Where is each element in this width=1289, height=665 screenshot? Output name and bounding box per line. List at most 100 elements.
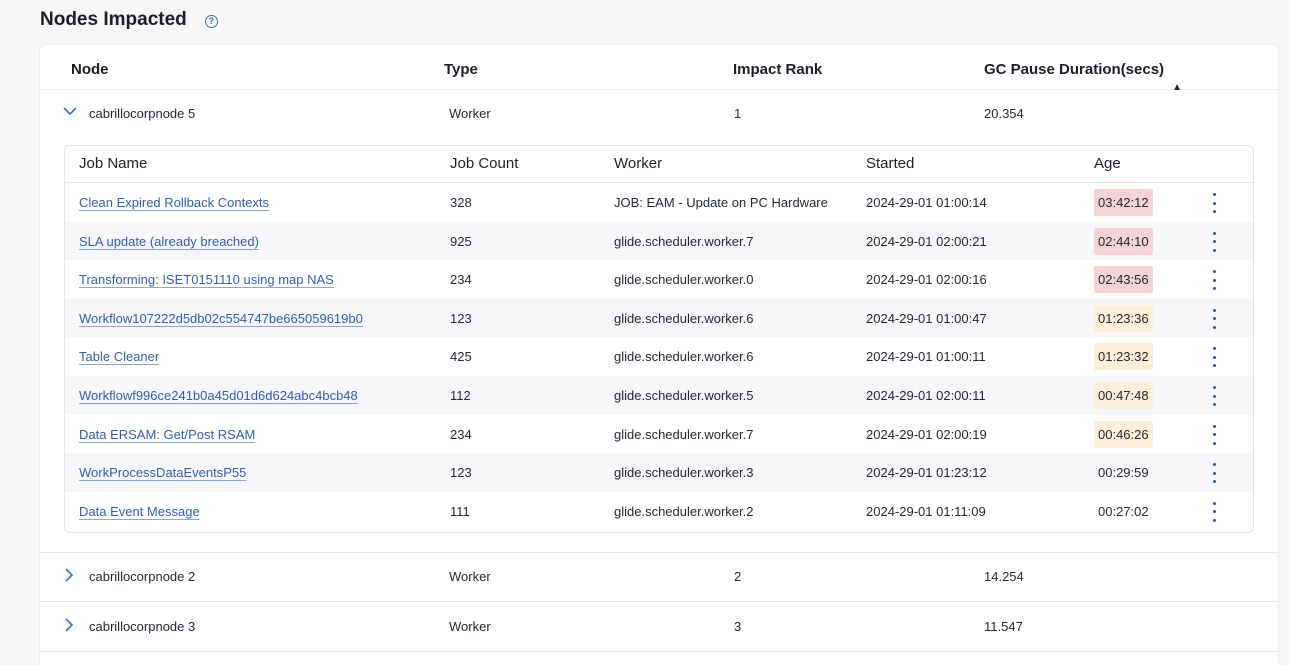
age-badge: 00:46:26 [1094,420,1153,448]
job-count: 425 [450,349,472,365]
job-count: 112 [450,388,471,403]
column-header-age[interactable]: Age [1094,155,1121,172]
divider [40,651,1278,652]
node-type: Worker [449,569,491,584]
age-badge: 00:29:59 [1098,465,1149,481]
kebab-dot [1212,193,1216,196]
kebab-dot [1212,394,1216,398]
job-row: Workflow107222d5db02c554747be665059619b0… [65,298,1253,338]
job-worker: glide.scheduler.worker.0 [614,272,754,288]
kebab-dot [1212,518,1216,522]
job-name-link[interactable]: Table Cleaner [79,349,159,364]
more-actions-icon[interactable] [1208,424,1220,445]
job-name-link[interactable]: SLA update (already breached) [79,234,259,249]
kebab-dot [1212,270,1216,274]
kebab-dot [1212,287,1216,291]
age-badge: 00:27:02 [1098,503,1149,519]
node-gc-pause: 11.547 [984,619,1023,634]
more-actions-icon[interactable] [1208,347,1220,368]
kebab-dot [1212,355,1216,359]
kebab-dot [1212,248,1216,252]
column-header-gc-pause[interactable]: GC Pause Duration(secs)▲ [984,61,1182,93]
job-name-link[interactable]: Data ERSAM: Get/Post RSAM [79,427,255,442]
job-count: 111 [450,503,470,519]
job-row: Data ERSAM: Get/Post RSAM 234 glide.schedu… [65,415,1253,454]
node-rank: 1 [734,106,742,121]
job-row: SLA update (already breached) 925 glide.sc… [65,221,1253,261]
job-name-link[interactable]: Workflow107222d5db02c554747be665059619b0 [79,311,363,326]
node-gc-pause: 20.354 [984,106,1024,121]
job-worker: glide.scheduler.worker.7 [614,426,754,442]
column-header-started[interactable]: Started [866,155,914,172]
chevron-right-icon[interactable] [64,618,74,635]
job-row: Transforming: ISET0151110 using map NAS 2… [65,260,1253,299]
job-worker: glide.scheduler.worker.7 [614,233,754,249]
kebab-dot [1212,325,1216,329]
age-badge: 03:42:12 [1094,189,1153,216]
job-started: 2024-29-01 02:00:16 [866,272,987,288]
job-started: 2024-29-01 02:00:21 [866,233,987,249]
more-actions-icon[interactable] [1208,501,1220,522]
nodes-table: Node Type Impact Rank GC Pause Duration(… [40,45,1278,665]
kebab-dot [1212,386,1216,389]
job-count: 328 [450,195,472,210]
node-name: cabrillocorpnode 2 [89,569,196,584]
kebab-dot [1212,201,1216,205]
job-name-link[interactable]: Transforming: ISET0151110 using map NAS [79,272,334,287]
more-actions-icon[interactable] [1208,270,1220,291]
age-badge: 00:47:48 [1094,382,1153,409]
kebab-dot [1212,424,1216,428]
job-name-link[interactable]: WorkProcessDataEventsP55 [79,465,246,480]
node-row[interactable]: cabrillocorpnode 3 Worker 3 11.547 [40,602,1278,648]
job-started: 2024-29-01 02:00:19 [866,426,987,442]
chevron-right-icon[interactable] [64,568,74,585]
column-header-node[interactable]: Node [71,61,109,78]
more-actions-icon[interactable] [1208,193,1220,213]
job-started: 2024-29-01 01:00:14 [866,195,987,210]
more-actions-icon[interactable] [1208,308,1220,329]
job-started: 2024-29-01 01:00:47 [866,310,987,326]
kebab-dot [1212,240,1216,244]
column-header-worker[interactable]: Worker [614,155,662,172]
help-icon[interactable]: ? [204,14,218,28]
nodes-table-header: Node Type Impact Rank GC Pause Duration(… [40,45,1278,93]
job-name-link[interactable]: Clean Expired Rollback Contexts [79,195,269,210]
kebab-dot [1212,433,1216,437]
job-name-link[interactable]: Data Event Message [79,504,200,519]
more-actions-icon[interactable] [1208,231,1220,252]
gc-pause-label: GC Pause Duration(secs) [984,61,1165,78]
job-started: 2024-29-01 01:23:12 [866,465,987,481]
more-actions-icon[interactable] [1208,463,1220,484]
job-table-header: Job Name Job Count Worker Started Age [65,146,1253,183]
column-header-impact-rank[interactable]: Impact Rank [733,61,822,78]
job-worker: glide.scheduler.worker.5 [614,388,754,403]
kebab-dot [1212,441,1216,445]
job-count: 123 [450,465,472,481]
job-row: Data Event Message 111 glide.scheduler.wor… [65,492,1253,531]
column-header-job-name[interactable]: Job Name [79,155,147,172]
job-table: Job Name Job Count Worker Started Age Cl… [64,145,1254,533]
job-count: 925 [450,233,472,249]
node-row[interactable]: cabrillocorpnode 5 Worker 1 20.354 [40,90,1278,136]
age-badge: 02:43:56 [1094,266,1153,294]
kebab-dot [1212,510,1216,514]
kebab-dot [1212,210,1216,213]
kebab-dot [1212,278,1216,282]
kebab-dot [1212,231,1216,235]
job-name-link[interactable]: Workflowf996ce241b0a45d01d6d624abc4bcb48 [79,388,358,403]
node-row[interactable]: cabrillocorpnode 2 Worker 2 14.254 [40,553,1278,599]
job-started: 2024-29-01 02:00:11 [866,388,986,403]
node-name: cabrillocorpnode 3 [89,619,196,634]
column-header-job-count[interactable]: Job Count [450,155,518,172]
column-header-type[interactable]: Type [444,61,478,78]
node-rank: 2 [734,569,742,584]
job-worker: glide.scheduler.worker.6 [614,310,754,326]
node-type: Worker [449,619,491,634]
job-started: 2024-29-01 01:00:11 [866,349,986,365]
more-actions-icon[interactable] [1208,386,1220,406]
chevron-down-icon[interactable] [63,103,77,119]
job-count: 123 [450,310,472,326]
page-title: Nodes Impacted ? [40,9,218,31]
job-worker: JOB: EAM - Update on PC Hardware [614,195,828,210]
kebab-dot [1212,347,1216,351]
